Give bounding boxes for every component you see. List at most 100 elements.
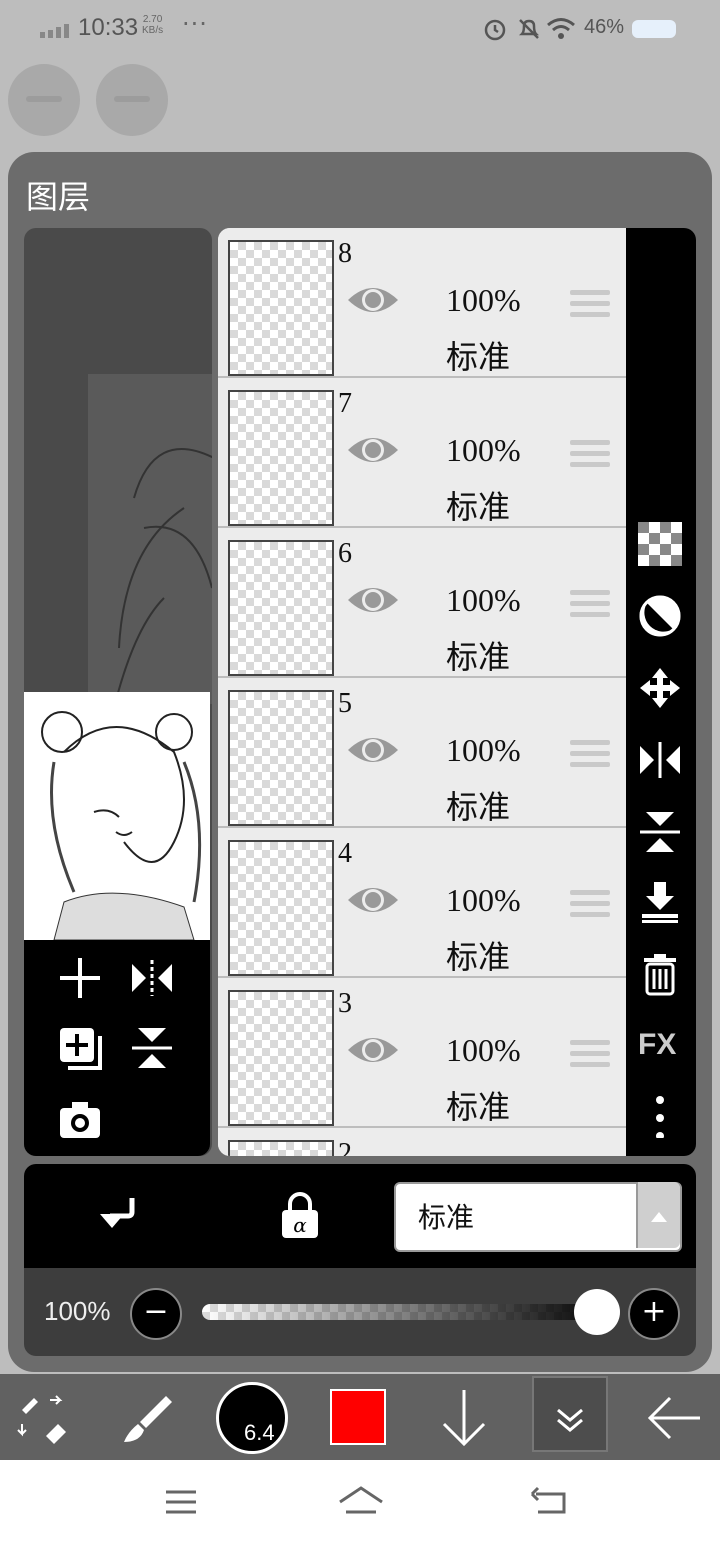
- drag-handle-icon[interactable]: [570, 290, 610, 320]
- layer-thumbnail[interactable]: [228, 990, 334, 1126]
- layer-opacity: 100%: [446, 582, 521, 618]
- layer-opacity: 100%: [446, 432, 521, 468]
- layer-blend-mode: 标准: [446, 338, 511, 376]
- layer-number: 4: [338, 838, 352, 869]
- eye-icon[interactable]: [346, 1030, 400, 1070]
- layer-thumbnail[interactable]: [228, 690, 334, 826]
- layer-number: 8: [338, 238, 352, 269]
- blend-mode-value: 标准: [418, 1201, 475, 1234]
- layer-number: 7: [338, 388, 352, 419]
- layer-opacity: 100%: [446, 732, 521, 768]
- network-speed: 2.70 KB/s: [142, 14, 163, 36]
- back-icon[interactable]: [530, 1486, 570, 1516]
- drag-handle-icon[interactable]: [570, 590, 610, 620]
- layer-row[interactable]: 4 100% 标准: [218, 828, 626, 978]
- layer-opacity: 100%: [446, 1032, 521, 1068]
- layer-row[interactable]: 6 100% 标准: [218, 528, 626, 678]
- eye-icon[interactable]: [346, 430, 400, 470]
- undo-button[interactable]: [8, 64, 80, 136]
- flip-horizontal-icon[interactable]: [638, 738, 682, 782]
- more-notifications: ···: [182, 10, 208, 38]
- layer-blend-mode: 标准: [446, 1088, 511, 1126]
- network-speed-value: 2.70: [142, 14, 163, 25]
- brush-icon[interactable]: [118, 1390, 174, 1446]
- layer-thumbnail[interactable]: [228, 240, 334, 376]
- battery-percent: 46%: [584, 16, 625, 38]
- add-layer-icon[interactable]: [52, 950, 108, 1006]
- layer-opacity: 100%: [446, 282, 521, 318]
- layer-tools: [24, 940, 210, 1156]
- opacity-minus-button[interactable]: −: [130, 1288, 182, 1340]
- layer-opacity: 100%: [446, 882, 521, 918]
- layer-number: 2: [338, 1138, 352, 1156]
- layer-thumbnail[interactable]: [228, 540, 334, 676]
- flip-horizontal-icon[interactable]: [124, 950, 180, 1006]
- canvas-preview: [24, 692, 210, 941]
- home-icon[interactable]: [336, 1484, 386, 1518]
- system-nav-bar: [0, 1460, 720, 1544]
- bell-off-icon: [518, 19, 540, 39]
- alpha-lock-icon[interactable]: α: [278, 1192, 322, 1240]
- opacity-label: 100%: [44, 1296, 111, 1326]
- menu-icon[interactable]: [164, 1488, 198, 1516]
- network-speed-unit: KB/s: [142, 25, 164, 36]
- layer-row[interactable]: 2: [218, 1128, 626, 1156]
- layer-blend-mode: 标准: [446, 638, 511, 676]
- signal-icon: [40, 24, 69, 38]
- layer-thumbnail[interactable]: [228, 840, 334, 976]
- opacity-plus-button[interactable]: +: [628, 1288, 680, 1340]
- brush-eraser-switch-icon[interactable]: [16, 1390, 72, 1446]
- trash-icon[interactable]: [638, 952, 682, 996]
- collapse-button[interactable]: [532, 1376, 608, 1452]
- alarm-icon: [484, 19, 506, 41]
- eye-icon[interactable]: [346, 280, 400, 320]
- drag-handle-icon[interactable]: [570, 740, 610, 770]
- battery-icon: [632, 20, 676, 38]
- flip-vertical-icon[interactable]: [638, 810, 682, 854]
- layer-blend-mode: 标准: [446, 488, 511, 526]
- eye-icon[interactable]: [346, 730, 400, 770]
- duplicate-layer-icon[interactable]: [52, 1020, 108, 1076]
- drag-handle-icon[interactable]: [570, 890, 610, 920]
- drag-handle-icon[interactable]: [570, 1040, 610, 1070]
- layer-thumbnail[interactable]: [228, 390, 334, 526]
- opacity-slider-thumb[interactable]: [574, 1289, 620, 1335]
- layer-sidebar: FX: [626, 228, 696, 1156]
- opacity-slider[interactable]: [202, 1304, 612, 1320]
- eye-icon[interactable]: [346, 580, 400, 620]
- mask-icon[interactable]: [638, 594, 682, 638]
- status-bar: 10:33 2.70 KB/s ··· 46%: [0, 0, 720, 58]
- layer-number: 6: [338, 538, 352, 569]
- preview-sketch: [41, 711, 202, 941]
- arrow-down-icon[interactable]: [436, 1386, 492, 1450]
- flip-vertical-icon[interactable]: [124, 1020, 180, 1076]
- layer-row[interactable]: 7 100% 标准: [218, 378, 626, 528]
- layer-row[interactable]: 3 100% 标准: [218, 978, 626, 1128]
- drag-handle-icon[interactable]: [570, 440, 610, 470]
- color-swatch[interactable]: [330, 1389, 386, 1445]
- clock: 10:33: [78, 14, 139, 41]
- brush-size-value: 6.4: [244, 1420, 275, 1445]
- merge-down-icon[interactable]: [638, 880, 682, 924]
- clipping-icon[interactable]: [96, 1194, 140, 1238]
- layer-number: 3: [338, 988, 352, 1019]
- layer-number: 5: [338, 688, 352, 719]
- layer-row[interactable]: 5 100% 标准: [218, 678, 626, 828]
- more-vertical-icon[interactable]: [638, 1094, 682, 1138]
- dropdown-arrow-icon[interactable]: [636, 1182, 680, 1248]
- transparency-icon[interactable]: [638, 522, 682, 566]
- move-icon[interactable]: [638, 666, 682, 710]
- camera-icon[interactable]: [52, 1092, 108, 1148]
- eye-icon[interactable]: [346, 880, 400, 920]
- layer-list[interactable]: 8 100% 标准 7 100% 标准 6 100% 标准 5 100% 标准 …: [218, 228, 626, 1156]
- double-chevron-down-icon: [557, 1408, 583, 1432]
- layer-thumbnail[interactable]: [228, 1140, 334, 1156]
- wifi-icon: [547, 18, 575, 39]
- layer-row[interactable]: 8 100% 标准: [218, 228, 626, 378]
- fx-button[interactable]: FX: [638, 1028, 676, 1062]
- back-arrow-icon[interactable]: [644, 1388, 704, 1448]
- svg-text:α: α: [293, 1213, 307, 1237]
- layer-blend-mode: 标准: [446, 938, 511, 976]
- redo-button[interactable]: [96, 64, 168, 136]
- panel-title: 图层: [26, 178, 91, 216]
